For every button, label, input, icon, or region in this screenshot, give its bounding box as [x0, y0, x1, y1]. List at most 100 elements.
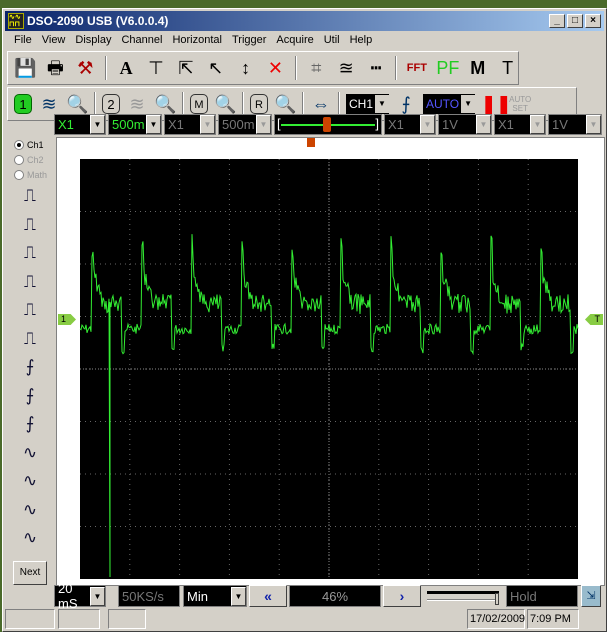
trigger-position-handle[interactable]: [323, 117, 331, 132]
measure-vmin-icon[interactable]: ∿: [7, 467, 53, 496]
fft-button[interactable]: FFT: [406, 57, 427, 79]
chevron-down-icon[interactable]: ▼: [90, 115, 105, 134]
scroll-right-button[interactable]: ›: [383, 585, 421, 607]
ref1-probe-select[interactable]: X1 ▼: [384, 114, 436, 135]
horizontal-position-slider[interactable]: [ ]: [274, 114, 382, 135]
sample-rate-value: 50KS/s: [122, 588, 164, 604]
ch2-wave-icon[interactable]: ≋: [126, 93, 148, 115]
ref2-probe-select[interactable]: X1 ▼: [494, 114, 546, 135]
chevron-down-icon[interactable]: ▼: [231, 586, 246, 606]
trigger-source-select[interactable]: CH1 ▼: [346, 94, 390, 114]
radio-button[interactable]: [14, 169, 24, 180]
autoset-button[interactable]: AUTO SET: [509, 95, 531, 113]
chevron-down-icon[interactable]: ▼: [476, 115, 491, 134]
settings-tool-icon[interactable]: ⚒: [75, 57, 96, 79]
ref-zoom-icon[interactable]: 🔍: [274, 93, 296, 115]
measure-vmean-icon[interactable]: ∿: [7, 496, 53, 525]
measure-rise-time-icon[interactable]: ⨍: [7, 382, 53, 411]
chevron-down-icon[interactable]: ▼: [420, 115, 435, 134]
ref2-probe-value: X1: [498, 117, 514, 132]
t-button[interactable]: T: [497, 57, 518, 79]
radio-button[interactable]: [14, 139, 24, 150]
scope-display[interactable]: 1 T: [56, 137, 605, 586]
math-zoom-icon[interactable]: 🔍: [214, 93, 236, 115]
math-button[interactable]: M: [190, 94, 208, 114]
menu-util[interactable]: Util: [319, 32, 345, 48]
radio-ch2[interactable]: Ch2: [14, 152, 53, 167]
trigger-mode-value: AUTO: [426, 97, 460, 111]
measure-pulse-period-icon[interactable]: ⎍: [7, 182, 53, 211]
radio-ch1[interactable]: Ch1: [14, 137, 53, 152]
measure-frequency-icon[interactable]: ∿: [7, 524, 53, 553]
menu-horizontal[interactable]: Horizontal: [167, 32, 227, 48]
cursor-vertical-icon[interactable]: ↕: [235, 57, 256, 79]
measure-negative-width-icon[interactable]: ⎍: [7, 239, 53, 268]
grid-icon[interactable]: ⌗: [306, 57, 327, 79]
pf-button[interactable]: PF: [436, 57, 459, 79]
chevron-down-icon[interactable]: ▼: [461, 95, 476, 113]
menu-view[interactable]: View: [37, 32, 71, 48]
position-value: 46%: [321, 588, 349, 604]
acquisition-mode-select[interactable]: Min ▼: [183, 585, 247, 607]
measure-positive-width-icon[interactable]: ⎍: [7, 211, 53, 240]
pause-icon[interactable]: ❚❚: [481, 93, 511, 115]
ch2-volts-select[interactable]: 500m ▼: [218, 114, 272, 135]
cursor-cross-icon[interactable]: ⊤: [146, 57, 167, 79]
menu-display[interactable]: Display: [70, 32, 116, 48]
hold-display[interactable]: Hold: [506, 585, 578, 607]
ch1-zoom-icon[interactable]: 🔍: [66, 93, 88, 115]
dots-line-icon[interactable]: ┅: [366, 57, 387, 79]
trigger-edge-icon[interactable]: ⨍: [395, 93, 417, 115]
print-icon[interactable]: 🖶: [45, 57, 66, 79]
save-icon[interactable]: 💾: [14, 57, 36, 79]
ref-button[interactable]: R: [250, 94, 268, 114]
chevron-down-icon[interactable]: ▼: [375, 95, 390, 113]
intensity-slider[interactable]: [423, 585, 503, 607]
measure-vpp-icon[interactable]: ∿: [7, 439, 53, 468]
scroll-left-button[interactable]: «: [249, 585, 287, 607]
chevron-down-icon[interactable]: ▼: [200, 115, 215, 134]
trigger-mode-select[interactable]: AUTO ▼: [423, 94, 476, 114]
ref2-volts-select[interactable]: 1V ▼: [548, 114, 602, 135]
ch1-volts-select[interactable]: 500m ▼: [108, 114, 162, 135]
waveform-canvas[interactable]: [57, 138, 606, 587]
chevron-down-icon[interactable]: ▼: [586, 115, 601, 134]
cursor-horizontal-icon[interactable]: ⇱: [175, 57, 196, 79]
close-button[interactable]: ×: [585, 14, 601, 28]
chevron-down-icon[interactable]: ▼: [146, 115, 161, 134]
pointer-icon[interactable]: ↖: [205, 57, 226, 79]
ch2-button[interactable]: 2: [102, 94, 120, 114]
menu-file[interactable]: File: [9, 32, 37, 48]
measure-period-icon[interactable]: ⎍: [7, 268, 53, 297]
chevron-down-icon[interactable]: ▼: [256, 115, 271, 134]
math-m-button[interactable]: M: [467, 57, 488, 79]
measure-rise-amplitude-icon[interactable]: ⨍: [7, 353, 53, 382]
menu-acquire[interactable]: Acquire: [271, 32, 318, 48]
timebase-select[interactable]: 20 mS ▼: [54, 581, 106, 611]
chevron-down-icon[interactable]: ▼: [530, 115, 545, 134]
waveform-icon[interactable]: ≊: [336, 57, 357, 79]
ch1-probe-select[interactable]: X1 ▼: [54, 114, 106, 135]
chevron-down-icon[interactable]: ▼: [90, 586, 105, 606]
ch2-probe-select[interactable]: X1 ▼: [164, 114, 216, 135]
export-icon[interactable]: ⇲: [581, 585, 601, 607]
horizontal-zoom-icon[interactable]: ⇔: [310, 93, 332, 115]
minimize-button[interactable]: _: [549, 14, 565, 28]
measure-positive-duty-icon[interactable]: ⎍: [7, 296, 53, 325]
menu-trigger[interactable]: Trigger: [227, 32, 271, 48]
slider-thumb[interactable]: [495, 593, 499, 605]
measure-negative-duty-icon[interactable]: ⎍: [7, 325, 53, 354]
radio-math[interactable]: Math: [14, 167, 53, 182]
menu-help[interactable]: Help: [345, 32, 378, 48]
next-button[interactable]: Next: [13, 561, 47, 585]
clear-cursor-icon[interactable]: ✕: [265, 57, 286, 79]
ch1-wave-icon[interactable]: ≋: [38, 93, 60, 115]
ref1-volts-select[interactable]: 1V ▼: [438, 114, 492, 135]
text-icon[interactable]: A: [116, 57, 137, 79]
maximize-button[interactable]: □: [567, 14, 583, 28]
menu-channel[interactable]: Channel: [116, 32, 167, 48]
radio-button[interactable]: [14, 154, 24, 165]
measure-fall-time-icon[interactable]: ⨍: [7, 410, 53, 439]
ch1-button[interactable]: 1: [14, 94, 32, 114]
ch2-zoom-icon[interactable]: 🔍: [154, 93, 176, 115]
